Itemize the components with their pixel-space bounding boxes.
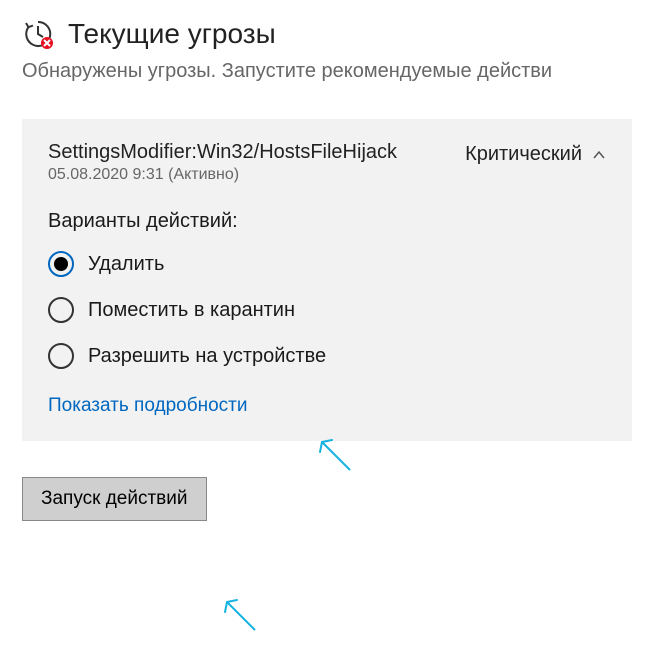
show-details-link[interactable]: Показать подробности	[48, 395, 247, 417]
options-label: Варианты действий:	[48, 210, 606, 233]
threat-timestamp: 05.08.2020 9:31 (Активно)	[48, 166, 397, 184]
radio-icon	[48, 343, 74, 369]
option-label: Поместить в карантин	[88, 299, 295, 322]
threat-history-icon	[22, 18, 54, 50]
chevron-up-icon	[592, 148, 606, 162]
radio-icon	[48, 251, 74, 277]
threat-name: SettingsModifier:Win32/HostsFileHijack	[48, 141, 397, 164]
threat-severity-toggle[interactable]: Критический	[465, 143, 606, 166]
radio-icon	[48, 297, 74, 323]
annotation-arrow-icon	[215, 590, 265, 640]
run-actions-button[interactable]: Запуск действий	[22, 477, 207, 521]
option-quarantine[interactable]: Поместить в карантин	[48, 287, 606, 333]
option-label: Удалить	[88, 253, 164, 276]
page-subtitle: Обнаружены угрозы. Запустите рекомендуем…	[22, 60, 632, 83]
option-remove[interactable]: Удалить	[48, 241, 606, 287]
threat-card: SettingsModifier:Win32/HostsFileHijack 0…	[22, 119, 632, 441]
threat-severity: Критический	[465, 143, 582, 166]
option-label: Разрешить на устройстве	[88, 345, 326, 368]
action-options: Удалить Поместить в карантин Разрешить н…	[48, 241, 606, 379]
page-header: Текущие угрозы	[22, 18, 632, 50]
page-title: Текущие угрозы	[68, 18, 276, 50]
option-allow[interactable]: Разрешить на устройстве	[48, 333, 606, 379]
